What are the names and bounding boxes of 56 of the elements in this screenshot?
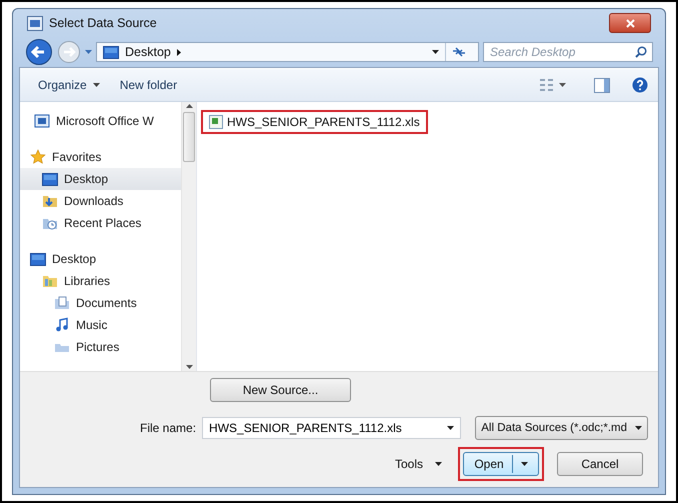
scroll-down-icon[interactable] — [186, 363, 192, 371]
caret-icon — [635, 426, 642, 430]
address-bar[interactable]: Desktop — [96, 42, 479, 62]
refresh-icon[interactable] — [452, 47, 466, 57]
preview-pane-icon[interactable] — [594, 78, 610, 92]
caret-icon — [559, 83, 566, 87]
nav-item[interactable]: Pictures — [20, 336, 181, 358]
back-button[interactable] — [25, 38, 53, 66]
music-note-icon — [54, 317, 70, 333]
file-name-label: File name: — [140, 421, 196, 435]
file-name-field[interactable]: HWS_SENIOR_PARENTS_1112.xls — [202, 417, 462, 439]
toolbar-button[interactable]: Organize — [30, 75, 108, 95]
chevron-icon — [176, 48, 181, 56]
pictures-icon — [54, 342, 70, 352]
search-icon — [635, 46, 647, 58]
nav-item[interactable]: Recent Places — [20, 212, 181, 234]
folder-arrow-icon — [42, 193, 58, 209]
star-icon — [30, 149, 46, 165]
close-icon — [626, 18, 634, 28]
nav-item[interactable]: Libraries — [20, 270, 181, 292]
nav-item[interactable]: Desktop — [20, 168, 181, 190]
caret-icon — [92, 83, 100, 87]
window-title: Select Data Source — [49, 16, 158, 30]
nav-item[interactable]: Downloads — [20, 190, 181, 212]
scrollbar[interactable] — [181, 102, 196, 371]
address-path: Desktop — [125, 45, 171, 59]
desktop-icon — [103, 46, 119, 58]
open-button[interactable]: Open — [463, 452, 539, 476]
caret-icon — [85, 50, 92, 54]
documents-icon — [54, 295, 70, 311]
nav-item[interactable]: Favorites — [20, 146, 181, 168]
close-button[interactable] — [609, 13, 651, 33]
file-type-dropdown[interactable]: All Data Sources (*.odc;*.md — [475, 416, 648, 440]
caret-icon — [435, 462, 442, 466]
cancel-button[interactable]: Cancel — [557, 452, 643, 476]
file-item[interactable]: HWS_SENIOR_PARENTS_1112.xls — [201, 110, 428, 134]
scroll-up-icon[interactable] — [186, 102, 192, 110]
caret-icon — [520, 462, 528, 466]
help-icon[interactable] — [632, 77, 648, 93]
libraries-icon — [42, 273, 58, 289]
nav-item[interactable]: Music — [20, 314, 181, 336]
new-source-button[interactable]: New Source... — [210, 378, 351, 402]
nav-item[interactable]: Documents — [20, 292, 181, 314]
spreadsheet-file-icon — [209, 115, 223, 129]
caret-icon — [447, 426, 454, 430]
caret-icon — [432, 50, 439, 54]
window-icon — [34, 114, 50, 128]
nav-item[interactable]: Microsoft Office W — [20, 110, 181, 132]
desktop-icon — [42, 172, 58, 186]
tools-button[interactable]: Tools — [394, 457, 442, 471]
nav-item[interactable]: Desktop — [20, 248, 181, 270]
dialog-icon — [27, 16, 43, 30]
scroll-thumb[interactable] — [183, 112, 195, 162]
toolbar-button[interactable]: New folder — [112, 75, 186, 95]
search-field[interactable]: Search Desktop — [483, 42, 653, 62]
desktop-icon — [30, 252, 46, 266]
